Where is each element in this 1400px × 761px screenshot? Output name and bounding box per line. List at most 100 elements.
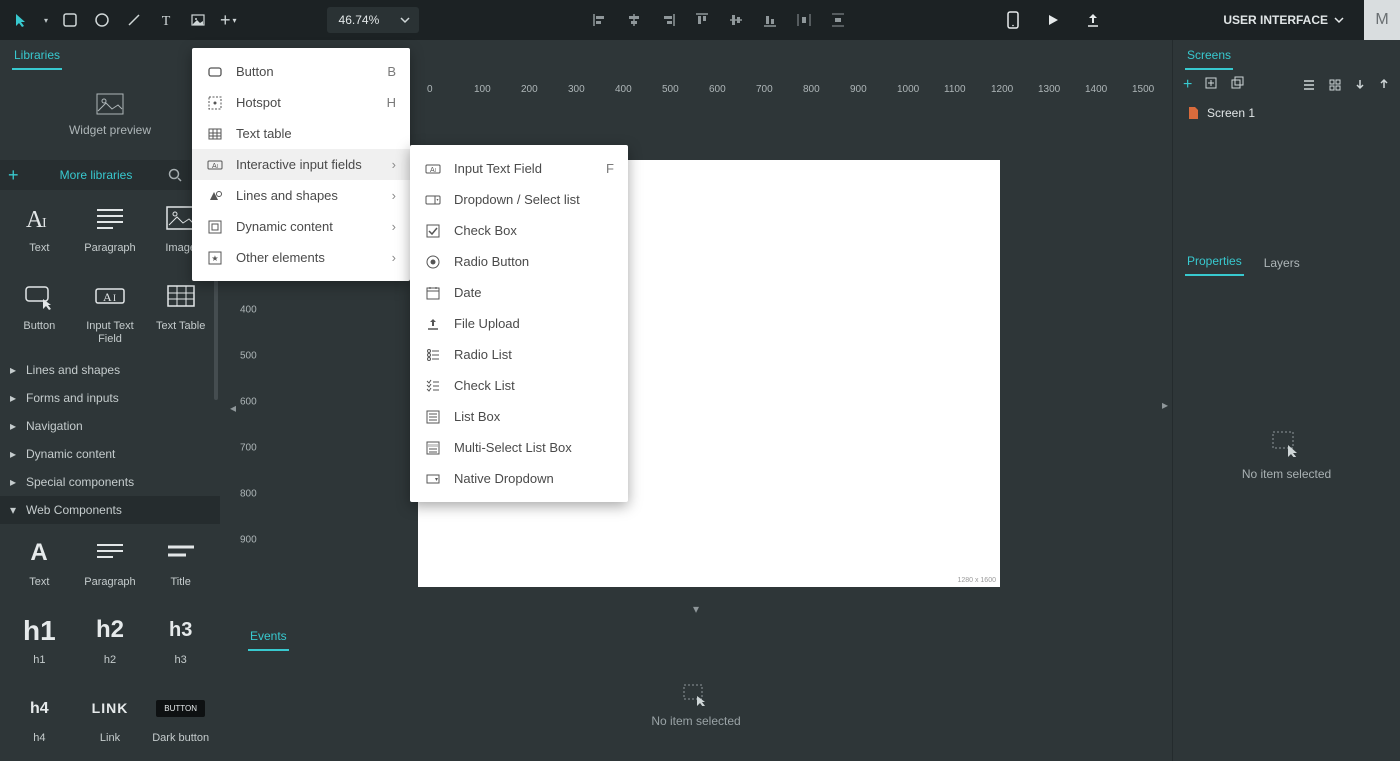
dropdown-icon: [424, 192, 442, 208]
widget-paragraph[interactable]: Paragraph: [77, 196, 144, 270]
wc-dark-button[interactable]: BUTTONDark button: [147, 686, 214, 760]
dynamic-icon: [206, 219, 224, 235]
line-tool-icon[interactable]: [124, 10, 144, 30]
add-widget-menu: ButtonBHotspotHText tableAIInteractive i…: [192, 48, 410, 281]
distribute-h-icon[interactable]: [794, 10, 814, 30]
libraries-toolbar: + More libraries: [0, 160, 220, 190]
tab-properties[interactable]: Properties: [1185, 254, 1244, 276]
workspace-dropdown[interactable]: USER INTERFACE: [1223, 13, 1344, 27]
grid-layout-icon[interactable]: [1328, 78, 1342, 92]
upload-icon: [424, 316, 442, 332]
screens-tab[interactable]: Screens: [1173, 40, 1400, 70]
search-icon[interactable]: [168, 168, 186, 182]
events-tab[interactable]: Events: [234, 623, 1158, 651]
align-top-icon[interactable]: [692, 10, 712, 30]
menu-item[interactable]: Text table: [192, 118, 410, 149]
sort-down-icon[interactable]: [1354, 78, 1366, 92]
widget-input-text-field[interactable]: AI Input Text Field: [77, 274, 144, 350]
libraries-tab[interactable]: Libraries: [0, 40, 220, 70]
sort-up-icon[interactable]: [1378, 78, 1390, 92]
submenu-item[interactable]: Radio Button: [410, 246, 628, 277]
library-category[interactable]: ▸Navigation: [0, 412, 220, 440]
rectangle-tool-icon[interactable]: [60, 10, 80, 30]
add-screen-icon[interactable]: +: [1183, 76, 1192, 94]
duplicate-screen-icon[interactable]: [1230, 76, 1244, 94]
wc-link[interactable]: LINKLink: [77, 686, 144, 760]
menu-item[interactable]: ButtonB: [192, 56, 410, 87]
align-center-h-icon[interactable]: [624, 10, 644, 30]
tab-layers[interactable]: Layers: [1262, 256, 1302, 276]
library-category[interactable]: ▸Dynamic content: [0, 440, 220, 468]
button-icon: [206, 64, 224, 80]
screen-item-label: Screen 1: [1207, 106, 1255, 120]
list-layout-icon[interactable]: [1302, 78, 1316, 92]
text-tool-icon[interactable]: T: [156, 10, 176, 30]
menu-item[interactable]: Lines and shapes›: [192, 180, 410, 211]
submenu-item[interactable]: Check Box: [410, 215, 628, 246]
ruler-tick: 1500: [1132, 84, 1154, 95]
chevron-down-icon[interactable]: ▾: [44, 16, 48, 25]
new-screen-icon[interactable]: [1204, 76, 1218, 94]
menu-item[interactable]: HotspotH: [192, 87, 410, 118]
wc-title[interactable]: Title: [147, 530, 214, 604]
svg-text:I: I: [217, 164, 218, 170]
submenu-item[interactable]: AIInput Text FieldF: [410, 153, 628, 184]
distribute-v-icon[interactable]: [828, 10, 848, 30]
ruler-tick: 1000: [897, 84, 919, 95]
menu-item[interactable]: Dynamic content›: [192, 211, 410, 242]
svg-text:★: ★: [211, 254, 218, 263]
menu-item[interactable]: ★Other elements›: [192, 242, 410, 273]
widget-button[interactable]: Button: [6, 274, 73, 350]
collapse-left-icon[interactable]: ◂: [228, 398, 238, 418]
properties-tabbar: Properties Layers: [1173, 246, 1400, 276]
submenu-item[interactable]: List Box: [410, 401, 628, 432]
submenu-item[interactable]: Dropdown / Select list: [410, 184, 628, 215]
ellipse-tool-icon[interactable]: [92, 10, 112, 30]
play-preview-icon[interactable]: [1043, 10, 1063, 30]
wc-h1[interactable]: h1h1: [6, 608, 73, 682]
submenu-item[interactable]: Native Dropdown: [410, 463, 628, 494]
wc-paragraph[interactable]: Paragraph: [77, 530, 144, 604]
top-toolbar: ▾ T +▾ 46.74%: [0, 0, 1400, 40]
add-library-icon[interactable]: +: [8, 165, 24, 186]
collapse-right-icon[interactable]: ▸: [1162, 398, 1168, 412]
submenu-item[interactable]: File Upload: [410, 308, 628, 339]
align-center-v-icon[interactable]: [726, 10, 746, 30]
wc-h2[interactable]: h2h2: [77, 608, 144, 682]
screen-item[interactable]: Screen 1: [1173, 100, 1400, 126]
image-tool-icon[interactable]: [188, 10, 208, 30]
ruler-tick: 200: [521, 84, 538, 95]
widget-preview-label: Widget preview: [69, 123, 151, 137]
submenu-item[interactable]: Date: [410, 277, 628, 308]
collapse-bottom-icon[interactable]: ▾: [693, 602, 699, 616]
align-left-icon[interactable]: [590, 10, 610, 30]
wc-h4[interactable]: h4h4: [6, 686, 73, 760]
align-right-icon[interactable]: [658, 10, 678, 30]
pointer-tool-icon[interactable]: [12, 10, 32, 30]
library-category[interactable]: ▾Web Components: [0, 496, 220, 524]
topbar-right-group: USER INTERFACE M: [1003, 0, 1400, 40]
ruler-tick: 700: [756, 84, 773, 95]
svg-text:T: T: [162, 14, 171, 28]
library-category[interactable]: ▸Forms and inputs: [0, 384, 220, 412]
widget-text[interactable]: AI Text: [6, 196, 73, 270]
zoom-dropdown[interactable]: 46.74%: [327, 7, 420, 33]
ruler-tick: 1200: [991, 84, 1013, 95]
library-category[interactable]: ▸Lines and shapes: [0, 356, 220, 384]
device-preview-icon[interactable]: [1003, 10, 1023, 30]
align-bottom-icon[interactable]: [760, 10, 780, 30]
upload-share-icon[interactable]: [1083, 10, 1103, 30]
submenu-item[interactable]: Check List: [410, 370, 628, 401]
widget-text-table[interactable]: Text Table: [147, 274, 214, 350]
avatar[interactable]: M: [1364, 0, 1400, 40]
menu-item[interactable]: AIInteractive input fields›: [192, 149, 410, 180]
add-tool-icon[interactable]: +▾: [220, 10, 237, 30]
more-libraries-link[interactable]: More libraries: [32, 168, 160, 182]
wc-text[interactable]: A Text: [6, 530, 73, 604]
submenu-item[interactable]: Multi-Select List Box: [410, 432, 628, 463]
ruler-tick: 900: [240, 535, 257, 546]
submenu-item[interactable]: Radio List: [410, 339, 628, 370]
library-category[interactable]: ▸Special components: [0, 468, 220, 496]
wc-h3[interactable]: h3h3: [147, 608, 214, 682]
chevron-right-icon: ›: [392, 188, 396, 203]
